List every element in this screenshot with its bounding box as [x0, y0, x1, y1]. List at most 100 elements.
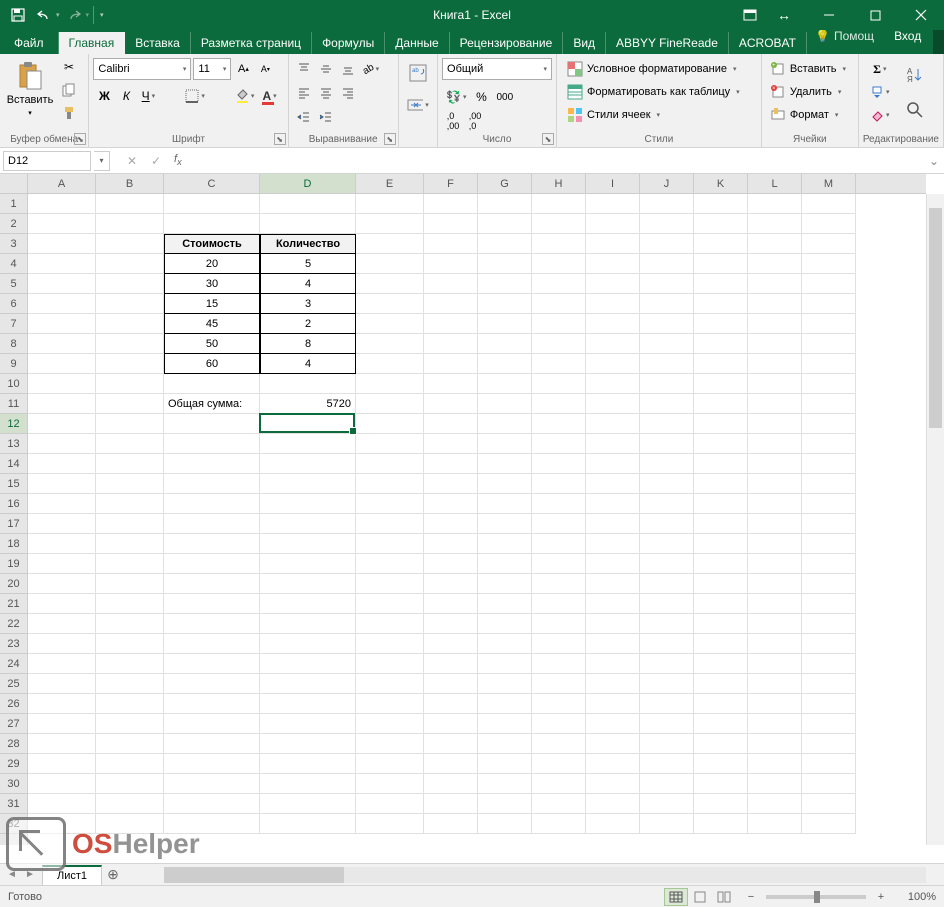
- tab-вид[interactable]: Вид: [563, 32, 606, 54]
- cell-M17[interactable]: [802, 514, 856, 534]
- cell-A9[interactable]: [28, 354, 96, 374]
- cell-C5[interactable]: 30: [164, 274, 260, 294]
- row-header-16[interactable]: 16: [0, 494, 27, 514]
- cell-E17[interactable]: [356, 514, 424, 534]
- cell-C7[interactable]: 45: [164, 314, 260, 334]
- cell-E29[interactable]: [356, 754, 424, 774]
- cell-C24[interactable]: [164, 654, 260, 674]
- cell-A4[interactable]: [28, 254, 96, 274]
- cell-I22[interactable]: [586, 614, 640, 634]
- cell-A17[interactable]: [28, 514, 96, 534]
- cell-A10[interactable]: [28, 374, 96, 394]
- col-header-I[interactable]: I: [586, 174, 640, 193]
- cell-D12[interactable]: [260, 414, 356, 434]
- cell-I2[interactable]: [586, 214, 640, 234]
- col-header-J[interactable]: J: [640, 174, 694, 193]
- cell-B15[interactable]: [96, 474, 164, 494]
- cell-B12[interactable]: [96, 414, 164, 434]
- cell-G21[interactable]: [478, 594, 532, 614]
- cell-A14[interactable]: [28, 454, 96, 474]
- cell-E3[interactable]: [356, 234, 424, 254]
- cell-M9[interactable]: [802, 354, 856, 374]
- cell-F24[interactable]: [424, 654, 478, 674]
- cell-J25[interactable]: [640, 674, 694, 694]
- cell-D29[interactable]: [260, 754, 356, 774]
- cell-B8[interactable]: [96, 334, 164, 354]
- name-box[interactable]: D12: [3, 151, 91, 171]
- cell-C19[interactable]: [164, 554, 260, 574]
- insert-cells-button[interactable]: + Вставить▾: [766, 58, 850, 80]
- font-name-dropdown[interactable]: Calibri▾: [93, 58, 191, 80]
- format-as-table-button[interactable]: Форматировать как таблицу▾: [561, 81, 746, 103]
- cell-F2[interactable]: [424, 214, 478, 234]
- cell-M8[interactable]: [802, 334, 856, 354]
- cell-H1[interactable]: [532, 194, 586, 214]
- row-header-4[interactable]: 4: [0, 254, 27, 274]
- cell-G7[interactable]: [478, 314, 532, 334]
- row-header-9[interactable]: 9: [0, 354, 27, 374]
- tab-acrobat[interactable]: ACROBAT: [729, 32, 807, 54]
- cell-F17[interactable]: [424, 514, 478, 534]
- row-header-20[interactable]: 20: [0, 574, 27, 594]
- cell-C25[interactable]: [164, 674, 260, 694]
- cell-F6[interactable]: [424, 294, 478, 314]
- cell-A3[interactable]: [28, 234, 96, 254]
- cell-E4[interactable]: [356, 254, 424, 274]
- cell-B6[interactable]: [96, 294, 164, 314]
- cell-D31[interactable]: [260, 794, 356, 814]
- cell-C17[interactable]: [164, 514, 260, 534]
- row-header-1[interactable]: 1: [0, 194, 27, 214]
- cell-I27[interactable]: [586, 714, 640, 734]
- cell-L21[interactable]: [748, 594, 802, 614]
- cell-B22[interactable]: [96, 614, 164, 634]
- cell-A15[interactable]: [28, 474, 96, 494]
- cell-L13[interactable]: [748, 434, 802, 454]
- cell-D19[interactable]: [260, 554, 356, 574]
- cell-D28[interactable]: [260, 734, 356, 754]
- cell-I29[interactable]: [586, 754, 640, 774]
- cell-H20[interactable]: [532, 574, 586, 594]
- cell-H22[interactable]: [532, 614, 586, 634]
- clear-button[interactable]: ▾: [863, 104, 897, 126]
- cell-G3[interactable]: [478, 234, 532, 254]
- cell-B32[interactable]: [96, 814, 164, 834]
- cell-B7[interactable]: [96, 314, 164, 334]
- cell-M28[interactable]: [802, 734, 856, 754]
- maximize-button[interactable]: [852, 0, 898, 30]
- cell-E6[interactable]: [356, 294, 424, 314]
- cell-C3[interactable]: Стоимость: [164, 234, 260, 254]
- cell-G9[interactable]: [478, 354, 532, 374]
- cell-F23[interactable]: [424, 634, 478, 654]
- row-header-11[interactable]: 11: [0, 394, 27, 414]
- cell-J23[interactable]: [640, 634, 694, 654]
- insert-function-button[interactable]: fx: [168, 153, 188, 167]
- cell-I23[interactable]: [586, 634, 640, 654]
- row-header-24[interactable]: 24: [0, 654, 27, 674]
- cell-H16[interactable]: [532, 494, 586, 514]
- row-header-3[interactable]: 3: [0, 234, 27, 254]
- col-header-C[interactable]: C: [164, 174, 260, 193]
- cell-B25[interactable]: [96, 674, 164, 694]
- cell-C26[interactable]: [164, 694, 260, 714]
- cell-E14[interactable]: [356, 454, 424, 474]
- cell-L17[interactable]: [748, 514, 802, 534]
- cell-D23[interactable]: [260, 634, 356, 654]
- cell-M6[interactable]: [802, 294, 856, 314]
- cell-C28[interactable]: [164, 734, 260, 754]
- cell-D10[interactable]: [260, 374, 356, 394]
- borders-button[interactable]: ▾: [181, 85, 209, 107]
- touch-mode-icon[interactable]: ↔: [772, 4, 796, 26]
- cell-J8[interactable]: [640, 334, 694, 354]
- cell-B19[interactable]: [96, 554, 164, 574]
- cell-J4[interactable]: [640, 254, 694, 274]
- cell-L14[interactable]: [748, 454, 802, 474]
- cell-G30[interactable]: [478, 774, 532, 794]
- undo-button[interactable]: [32, 4, 56, 26]
- cell-F26[interactable]: [424, 694, 478, 714]
- cell-M3[interactable]: [802, 234, 856, 254]
- cell-M18[interactable]: [802, 534, 856, 554]
- cell-G2[interactable]: [478, 214, 532, 234]
- cell-K16[interactable]: [694, 494, 748, 514]
- cell-K1[interactable]: [694, 194, 748, 214]
- tab-разметкастраниц[interactable]: Разметка страниц: [191, 32, 312, 54]
